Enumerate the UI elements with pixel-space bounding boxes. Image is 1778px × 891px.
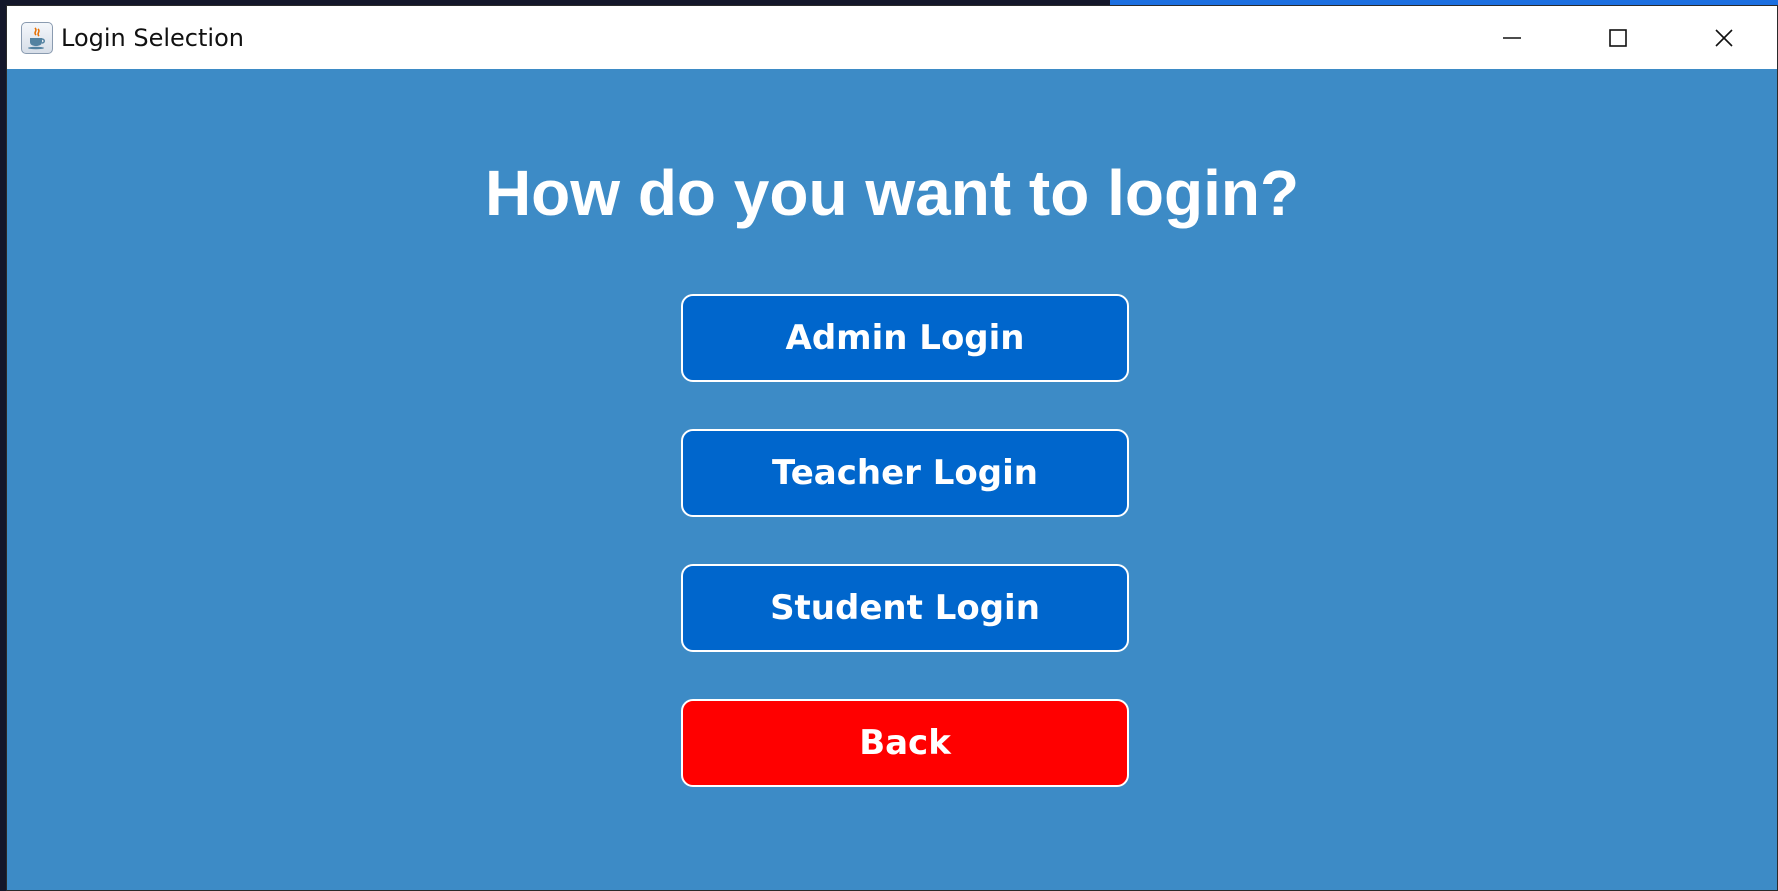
title-bar[interactable]: Login Selection <box>7 6 1777 69</box>
minimize-icon <box>1503 36 1521 39</box>
close-button[interactable] <box>1671 6 1777 69</box>
maximize-button[interactable] <box>1565 6 1671 69</box>
minimize-button[interactable] <box>1459 6 1565 69</box>
login-selection-window: Login Selection How do you want to login… <box>6 5 1778 891</box>
maximize-icon <box>1609 28 1627 47</box>
student-login-button[interactable]: Student Login <box>681 564 1129 652</box>
desktop: Login Selection How do you want to login… <box>0 0 1778 891</box>
admin-login-button[interactable]: Admin Login <box>681 294 1129 382</box>
teacher-login-button[interactable]: Teacher Login <box>681 429 1129 517</box>
close-icon <box>1715 28 1733 47</box>
window-controls <box>1459 6 1777 69</box>
back-button[interactable]: Back <box>681 699 1129 787</box>
page-title: How do you want to login? <box>484 157 1300 229</box>
window-title: Login Selection <box>61 23 244 52</box>
java-cup-icon[interactable] <box>21 21 53 54</box>
